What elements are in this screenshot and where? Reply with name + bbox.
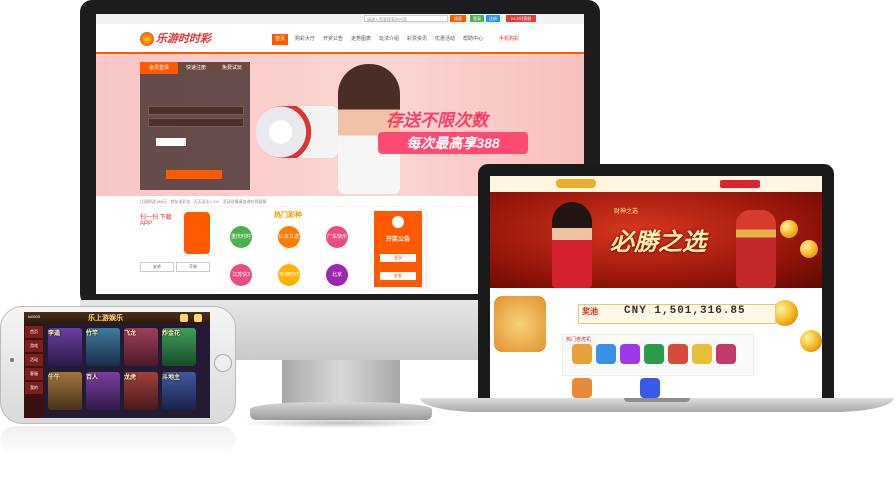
nav-item-rules[interactable]: 玩法介绍 bbox=[376, 34, 402, 45]
hot-lottery-title: 热门彩种 bbox=[274, 212, 302, 219]
jackpot-label: 奖池 bbox=[582, 307, 598, 316]
nav-item-home[interactable]: 首页 bbox=[272, 34, 288, 45]
nav-item-results[interactable]: 开奖公告 bbox=[320, 34, 346, 45]
megaphone-image bbox=[256, 106, 338, 158]
login-submit-button[interactable] bbox=[166, 170, 222, 179]
hot-games-title: 热门老虎机 bbox=[566, 337, 592, 343]
lottery-item[interactable]: 北京PK10 bbox=[326, 264, 348, 286]
gold-coin-icon bbox=[780, 220, 798, 238]
laptop-notch bbox=[624, 398, 690, 402]
lottery-item[interactable]: 江苏快3 bbox=[230, 264, 252, 286]
banner-subtitle: 财神之选 bbox=[614, 209, 639, 215]
notice-more-button[interactable]: 更多 bbox=[380, 254, 416, 262]
banner-promo-subtitle: 每次最高享388 bbox=[378, 132, 528, 154]
jackpot-value: CNY 1,501,316.85 bbox=[624, 305, 746, 317]
tab-quick-register[interactable]: 快速注册 bbox=[178, 62, 214, 74]
nav-item-mobile[interactable]: 手机购彩 bbox=[494, 34, 524, 45]
game-tile[interactable] bbox=[572, 344, 592, 364]
casino-login-button[interactable] bbox=[720, 180, 760, 188]
banner-model-image bbox=[552, 202, 592, 288]
lottery-item[interactable]: 山东11选5 bbox=[278, 226, 300, 262]
game-tile[interactable] bbox=[716, 344, 736, 364]
game-tile[interactable] bbox=[640, 378, 660, 398]
phone-side-item[interactable]: 客服 bbox=[25, 368, 43, 381]
gold-coin-icon bbox=[800, 240, 818, 258]
game-tile[interactable] bbox=[668, 344, 688, 364]
casino-top-bar bbox=[490, 176, 822, 193]
lottery-item[interactable]: 重庆时时彩 bbox=[230, 226, 252, 262]
username-input[interactable] bbox=[148, 106, 244, 115]
game-tile[interactable] bbox=[692, 344, 712, 364]
notice-title: 开奖公告 bbox=[385, 237, 410, 243]
game-card[interactable]: 飞龙 bbox=[124, 328, 158, 366]
game-tile[interactable] bbox=[644, 344, 664, 364]
phone-side-item[interactable]: 活动 bbox=[25, 354, 43, 367]
game-card[interactable]: 牛牛 bbox=[48, 372, 82, 410]
site-search-input[interactable]: 请输入您要搜索的内容 bbox=[364, 15, 448, 22]
desktop-monitor-shadow bbox=[240, 418, 440, 428]
phone-side-item[interactable]: 首页 bbox=[25, 326, 43, 339]
game-tile[interactable] bbox=[620, 344, 640, 364]
lottery-item[interactable]: 天津时时彩 bbox=[278, 264, 300, 286]
game-card[interactable]: 斗地主 bbox=[162, 372, 196, 410]
caishen-image bbox=[736, 210, 776, 288]
banner-title: 必勝之选 bbox=[610, 229, 706, 256]
gold-coin-icon bbox=[800, 330, 822, 352]
caishen-mascot-icon bbox=[494, 296, 546, 352]
mail-icon[interactable] bbox=[180, 314, 188, 322]
game-card[interactable]: 百人 bbox=[86, 372, 120, 410]
phone-camera bbox=[10, 358, 14, 362]
phone-app-title: 乐上游娱乐 bbox=[88, 315, 123, 322]
desktop-monitor-stand bbox=[282, 360, 400, 408]
site-login-button[interactable]: 登录 bbox=[470, 15, 484, 22]
site-service-button[interactable]: 24小时客服 bbox=[506, 15, 536, 22]
notice-view-button[interactable]: 查看 bbox=[380, 272, 416, 280]
tab-member-login[interactable]: 会员登录 bbox=[140, 62, 178, 74]
game-tile[interactable] bbox=[572, 378, 592, 398]
phone-home-button[interactable] bbox=[214, 354, 232, 372]
nav-item-lobby[interactable]: 购彩大厅 bbox=[292, 34, 318, 45]
lottery-item[interactable]: 广东快乐十分 bbox=[326, 226, 348, 262]
nav-item-trends[interactable]: 走势图表 bbox=[348, 34, 374, 45]
nav-item-promos[interactable]: 优惠活动 bbox=[432, 34, 458, 45]
site-search-button[interactable]: 搜索 bbox=[450, 15, 466, 22]
nav-item-help[interactable]: 帮助中心 bbox=[460, 34, 486, 45]
banner-promo-title: 存送不限次数 bbox=[386, 111, 488, 130]
game-tile[interactable] bbox=[596, 344, 616, 364]
phone-app-icon bbox=[184, 212, 210, 254]
phone-reflection bbox=[0, 426, 236, 456]
phone-side-item[interactable]: 我的 bbox=[25, 382, 43, 395]
dollar-icon bbox=[392, 216, 404, 228]
site-logo-icon bbox=[140, 32, 154, 46]
game-card[interactable]: 龙虎 bbox=[124, 372, 158, 410]
site-logo[interactable]: 乐游时时彩 bbox=[156, 30, 211, 46]
android-download-button[interactable]: 安卓 bbox=[140, 262, 174, 272]
game-card[interactable]: 炸金花 bbox=[162, 328, 196, 366]
casino-logo[interactable] bbox=[556, 179, 596, 188]
password-input[interactable] bbox=[148, 118, 244, 127]
nav-item-news[interactable]: 彩票资讯 bbox=[404, 34, 430, 45]
tab-free-trial[interactable]: 免费试玩 bbox=[214, 62, 250, 74]
game-card[interactable]: 李逵 bbox=[48, 328, 82, 366]
game-card[interactable]: 竹竿 bbox=[86, 328, 120, 366]
menu-icon[interactable] bbox=[194, 314, 202, 322]
captcha-input[interactable] bbox=[156, 138, 186, 146]
phone-side-item[interactable]: 游戏 bbox=[25, 340, 43, 353]
qr-download-text: 扫一扫 下载APP bbox=[140, 215, 172, 227]
phone-user-id: lu0603 bbox=[28, 314, 41, 319]
ios-download-button[interactable]: 苹果 bbox=[176, 262, 210, 272]
site-register-button[interactable]: 注册 bbox=[486, 15, 500, 22]
